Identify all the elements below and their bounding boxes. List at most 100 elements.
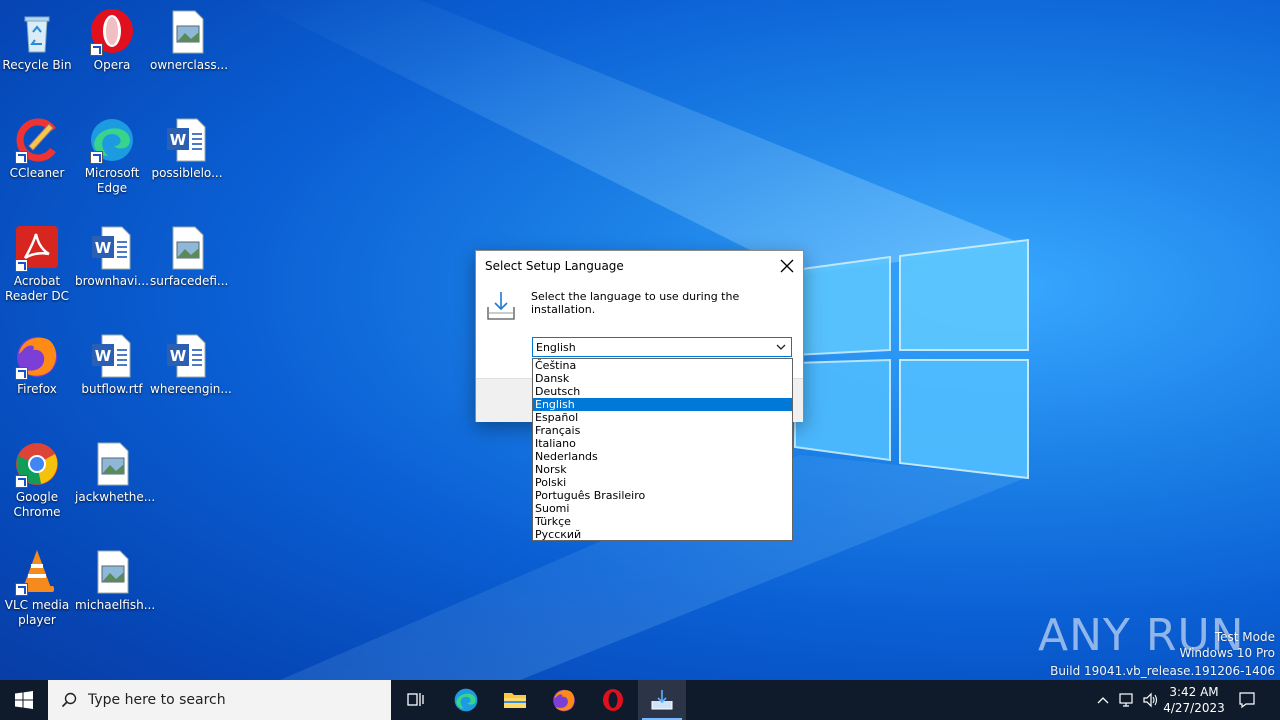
notifications-icon[interactable]	[1238, 691, 1256, 709]
language-select-value: English	[536, 341, 576, 354]
clock-date: 4/27/2023	[1163, 701, 1225, 715]
taskbar-file-explorer[interactable]	[491, 680, 539, 720]
clock-time: 3:42 AM	[1169, 685, 1219, 699]
desktop-icon-label: Recycle Bin	[2, 58, 72, 72]
language-option[interactable]: Polski	[533, 476, 792, 489]
opera-icon	[88, 8, 136, 56]
taskbar-search-box[interactable]: Type here to search	[48, 680, 391, 720]
taskbar-opera[interactable]	[589, 680, 637, 720]
shortcut-arrow-icon	[15, 475, 28, 488]
desktop-icon-recycle-bin[interactable]: Recycle Bin	[0, 8, 74, 73]
taskbar: Type here to search 3:42 AM 4/27/2023	[0, 680, 1280, 720]
desktop-icon-label: Microsoft Edge	[84, 166, 140, 195]
dialog-title: Select Setup Language	[485, 259, 624, 273]
installer-icon	[487, 292, 515, 320]
language-option[interactable]: English	[533, 398, 792, 411]
watermark-build: Build 19041.vb_release.191206-1406	[1050, 664, 1275, 678]
language-option[interactable]: Türkçe	[533, 515, 792, 528]
volume-icon[interactable]	[1142, 692, 1160, 708]
language-option[interactable]: Norsk	[533, 463, 792, 476]
image-file-icon	[88, 440, 136, 488]
taskbar-setup-app[interactable]	[638, 680, 686, 720]
desktop-icon-label: Acrobat Reader DC	[5, 274, 69, 303]
windows-logo-wallpaper	[794, 238, 1029, 480]
chrome-icon	[13, 440, 61, 488]
taskbar-firefox[interactable]	[540, 680, 588, 720]
language-option[interactable]: Italiano	[533, 437, 792, 450]
watermark-test-mode: Test Mode	[1214, 630, 1275, 644]
desktop-icon-google-chrome[interactable]: Google Chrome	[0, 440, 74, 520]
chevron-up-icon[interactable]	[1096, 694, 1110, 706]
desktop-icon-microsoft-edge[interactable]: Microsoft Edge	[75, 116, 149, 196]
shortcut-arrow-icon	[15, 151, 28, 164]
svg-text:W: W	[95, 239, 112, 257]
shortcut-arrow-icon	[15, 367, 28, 380]
shortcut-arrow-icon	[90, 43, 103, 56]
word-document-icon: W	[88, 224, 136, 272]
search-icon	[61, 692, 77, 708]
chevron-down-icon[interactable]	[774, 340, 788, 354]
desktop-icon-firefox[interactable]: Firefox	[0, 332, 74, 397]
language-dropdown-list[interactable]: Čeština Dansk Deutsch English Español Françai…	[532, 358, 793, 541]
installer-icon	[651, 690, 673, 710]
language-select[interactable]: English	[532, 337, 792, 357]
language-option[interactable]: Français	[533, 424, 792, 437]
task-view-icon	[407, 693, 424, 706]
word-document-icon: W	[88, 332, 136, 380]
windows-start-icon	[15, 691, 33, 709]
desktop-icon-ownerclass[interactable]: ownerclass...	[150, 8, 229, 73]
taskbar-edge[interactable]	[442, 680, 490, 720]
image-file-icon	[163, 8, 211, 56]
desktop-icon-ccleaner[interactable]: CCleaner	[0, 116, 74, 181]
recycle-bin-icon	[13, 8, 61, 56]
clock[interactable]: 3:42 AM 4/27/2023	[1160, 684, 1228, 716]
dialog-message: Select the language to use during the in…	[531, 290, 740, 316]
firefox-icon	[553, 689, 575, 712]
desktop-icon-label: ownerclass...	[150, 58, 229, 72]
desktop-icon-surfacedefi[interactable]: surfacedefi...	[150, 224, 228, 289]
watermark-edition: Windows 10 Pro	[1179, 646, 1275, 660]
desktop-icon-label: possiblelo...	[151, 166, 223, 180]
task-view-button[interactable]	[392, 680, 440, 720]
desktop-icon-label: Opera	[93, 58, 131, 72]
language-option[interactable]: Suomi	[533, 502, 792, 515]
image-file-icon	[88, 548, 136, 596]
language-option[interactable]: Čeština	[533, 359, 792, 372]
language-option[interactable]: Dansk	[533, 372, 792, 385]
svg-text:W: W	[95, 347, 112, 365]
ccleaner-icon	[13, 116, 61, 164]
desktop-icon-michaelfish[interactable]: michaelfish...	[75, 548, 156, 613]
desktop-icon-label: VLC media player	[4, 598, 70, 627]
edge-icon	[454, 688, 478, 712]
desktop-icon-label: jackwhethe...	[75, 490, 156, 504]
folder-icon	[504, 693, 526, 708]
firefox-icon	[13, 332, 61, 380]
close-icon[interactable]	[777, 256, 797, 276]
language-option[interactable]: Português Brasileiro	[533, 489, 792, 502]
desktop-icon-whereengin[interactable]: W whereengin...	[150, 332, 232, 397]
desktop-icon-possiblelo[interactable]: W possiblelo...	[150, 116, 224, 181]
desktop-icon-label: Firefox	[17, 382, 57, 396]
desktop-icon-butflow[interactable]: W butflow.rtf	[75, 332, 149, 397]
desktop-icon-brownhavi[interactable]: W brownhavi...	[75, 224, 149, 289]
desktop-icon-jackwhethe[interactable]: jackwhethe...	[75, 440, 156, 505]
shortcut-arrow-icon	[15, 583, 28, 596]
start-button[interactable]	[0, 680, 48, 720]
network-icon[interactable]	[1118, 692, 1136, 708]
language-option[interactable]: Deutsch	[533, 385, 792, 398]
image-file-icon	[163, 224, 211, 272]
language-option[interactable]: Nederlands	[533, 450, 792, 463]
desktop-icon-label: michaelfish...	[75, 598, 156, 612]
edge-icon	[88, 116, 136, 164]
word-document-icon: W	[163, 332, 211, 380]
search-placeholder: Type here to search	[88, 692, 226, 708]
desktop-icon-label: brownhavi...	[75, 274, 149, 288]
desktop-icon-vlc[interactable]: VLC media player	[0, 548, 74, 628]
shortcut-arrow-icon	[90, 151, 103, 164]
desktop-icon-opera[interactable]: Opera	[75, 8, 149, 73]
language-option[interactable]: Español	[533, 411, 792, 424]
svg-text:W: W	[170, 131, 187, 149]
language-option[interactable]: Русский	[533, 528, 792, 541]
desktop-icon-acrobat[interactable]: Acrobat Reader DC	[0, 224, 74, 304]
desktop-icon-label: Google Chrome	[13, 490, 61, 519]
